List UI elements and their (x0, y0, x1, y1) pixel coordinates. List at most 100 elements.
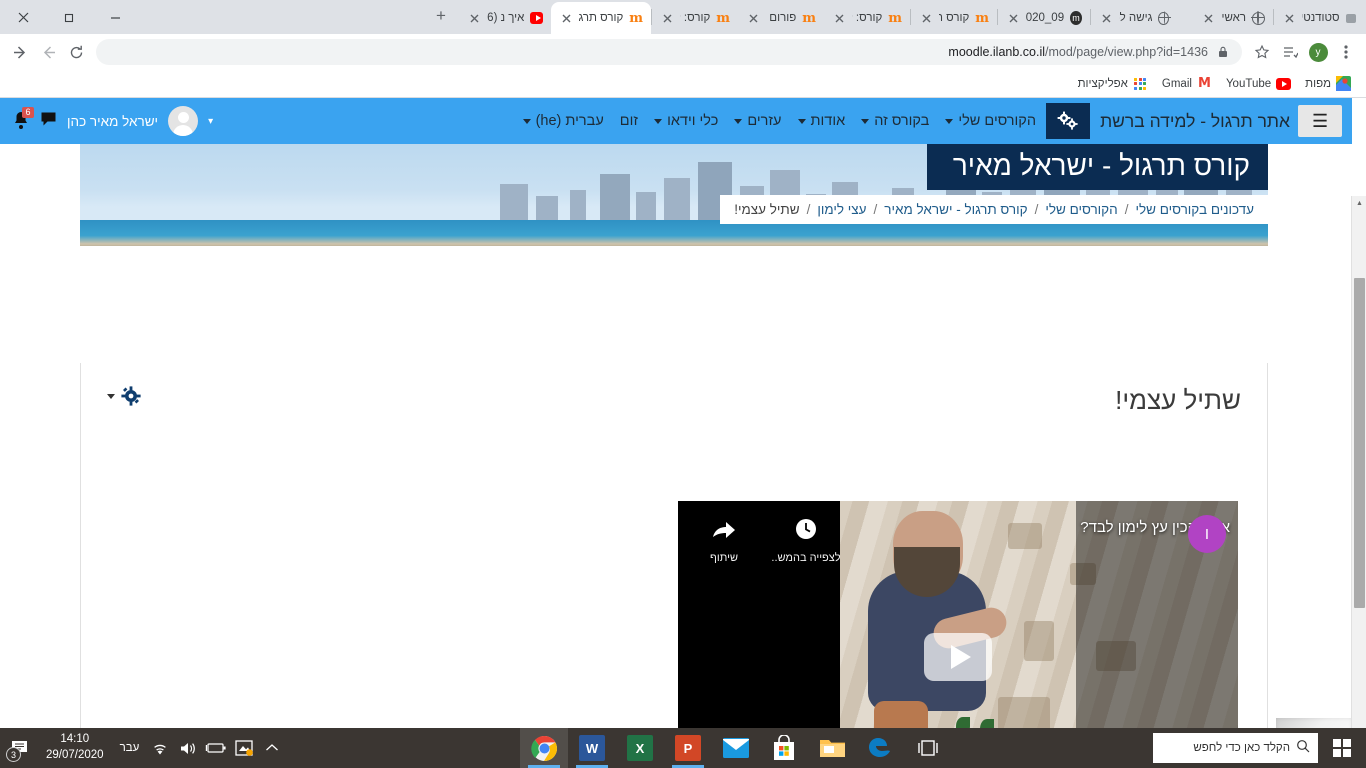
play-button-icon[interactable] (924, 633, 992, 681)
tab-close-icon[interactable] (832, 11, 846, 25)
vertical-scrollbar[interactable]: ▲ ▼ (1351, 196, 1366, 728)
tab-title: ראשי (1221, 12, 1246, 24)
chevron-down-icon[interactable]: ▾ (208, 116, 213, 127)
manage-widget[interactable]: Manage ▾ (1276, 718, 1356, 728)
browser-tab[interactable]: סטודנטים (1274, 2, 1364, 34)
gears-icon[interactable] (1046, 103, 1091, 139)
breadcrumb-item[interactable]: קורס תרגול - ישראל מאיר (884, 202, 1027, 217)
action-center-icon[interactable]: 3 (4, 728, 36, 768)
clock-icon (796, 519, 816, 539)
tab-close-icon[interactable] (1201, 11, 1215, 25)
close-icon[interactable] (0, 1, 46, 33)
tab-close-icon[interactable] (467, 11, 481, 25)
language-indicator[interactable]: עבר (114, 742, 146, 754)
browser-tab[interactable]: m 09_2020 (998, 2, 1090, 34)
nav-link-עברית-(he)[interactable]: עברית (he) (522, 113, 604, 129)
moodle-favicon-icon: m (888, 10, 902, 26)
course-banner: קורס תרגול - ישראל מאיר עדכונים בקורסים … (80, 144, 1268, 246)
action-center-badge: 3 (6, 747, 21, 762)
star-icon[interactable] (1248, 38, 1276, 66)
bookmark-item-youtube[interactable]: YouTube (1219, 74, 1298, 93)
share-label: שיתוף (710, 552, 738, 564)
chat-bubble-icon[interactable] (40, 111, 57, 132)
taskbar-app-store[interactable] (760, 728, 808, 768)
share-button[interactable]: שיתוף (688, 517, 760, 564)
breadcrumb-item[interactable]: הקורסים שלי (1045, 202, 1117, 217)
nav-link-זום[interactable]: זום (620, 113, 638, 129)
profile-avatar-icon[interactable]: y (1304, 38, 1332, 66)
tab-close-icon[interactable] (1099, 11, 1113, 25)
browser-tab[interactable]: m קורס: לה (824, 2, 910, 34)
bookmark-item-apps-grid[interactable]: אפליקציות (1071, 74, 1155, 93)
nav-link-label: בקורס זה (874, 113, 930, 129)
maps-icon (1336, 76, 1351, 91)
browser-tab[interactable]: m קורס תרג (911, 2, 997, 34)
tab-title: פורום הצ (766, 12, 797, 24)
restore-icon[interactable] (46, 1, 92, 33)
tab-close-icon[interactable] (559, 11, 573, 25)
three-dot-menu-icon[interactable] (1332, 38, 1360, 66)
nav-link-הקורסים-שלי[interactable]: הקורסים שלי (945, 113, 1036, 129)
site-title[interactable]: אתר תרגול - למידה ברשת (1100, 111, 1290, 132)
onedrive-icon[interactable] (231, 728, 257, 768)
bookmark-label: מפות (1305, 77, 1331, 90)
tab-close-icon[interactable] (660, 11, 674, 25)
apps-grid-icon (1133, 76, 1148, 91)
taskbar-app-powerpoint[interactable]: P (664, 728, 712, 768)
chevron-down-icon (654, 118, 663, 124)
bookmark-item-maps[interactable]: מפות (1298, 74, 1358, 93)
taskbar-app-edge[interactable] (856, 728, 904, 768)
taskbar-app-chrome[interactable] (520, 728, 568, 768)
hamburger-menu-icon[interactable]: ☰ (1298, 105, 1342, 137)
chevron-down-icon[interactable] (107, 393, 115, 399)
address-bar[interactable]: moodle.ilanb.co.il/mod/page/view.php?id=… (96, 39, 1242, 65)
breadcrumb-item[interactable]: עצי לימון (817, 202, 866, 217)
channel-avatar[interactable]: I (1188, 515, 1226, 553)
taskbar-search[interactable]: הקלד כאן כדי לחפש (1153, 733, 1318, 763)
chevron-up-icon[interactable] (259, 728, 285, 768)
scroll-up-arrow[interactable]: ▲ (1352, 196, 1366, 211)
reading-list-icon[interactable] (1276, 38, 1304, 66)
taskbar-app-word[interactable]: W (568, 728, 616, 768)
forward-arrow-icon[interactable] (6, 38, 34, 66)
browser-tab[interactable]: m קורס תרג (551, 2, 651, 34)
vertical-scrollbar-thumb[interactable] (1354, 278, 1365, 608)
taskbar-app-mail[interactable] (712, 728, 760, 768)
nav-link-כלי-וידאו[interactable]: כלי וידאו (654, 113, 718, 129)
browser-tab[interactable]: ראשי (1177, 2, 1273, 34)
tab-close-icon[interactable] (1006, 11, 1020, 25)
start-button[interactable] (1318, 728, 1366, 768)
browser-window: סטודנטים ראשי גישה ל-e m 09_2020 m קורס תרג m קו… (0, 0, 1366, 728)
taskbar-clock[interactable]: 14:10 29/07/2020 (38, 732, 112, 763)
minimize-icon[interactable] (92, 1, 138, 33)
tab-close-icon[interactable] (919, 11, 933, 25)
back-arrow-icon[interactable] (34, 38, 62, 66)
wifi-icon[interactable] (147, 728, 173, 768)
video-title[interactable]: איך להכין עץ לימון לבד? (940, 519, 1230, 536)
user-name[interactable]: ישראל מאיר כהן (67, 114, 158, 129)
bell-icon[interactable]: 6 (10, 107, 34, 132)
battery-icon[interactable] (203, 728, 229, 768)
taskbar-app-file-explorer[interactable] (808, 728, 856, 768)
browser-tab[interactable]: m פורום הצ (738, 2, 824, 34)
taskbar-app-task-view[interactable] (904, 728, 952, 768)
taskbar-app-excel[interactable]: X (616, 728, 664, 768)
tab-close-icon[interactable] (1282, 11, 1296, 25)
nav-link-בקורס-זה[interactable]: בקורס זה (861, 113, 929, 129)
settings-dropdown[interactable] (107, 385, 142, 407)
browser-tab[interactable]: m קורס: לה (652, 2, 738, 34)
nav-link-אודות[interactable]: אודות (797, 113, 845, 129)
watch-later-button[interactable]: לצפייה בהמש.. (770, 517, 842, 564)
volume-icon[interactable] (175, 728, 201, 768)
tab-close-icon[interactable] (746, 11, 760, 25)
new-tab-button[interactable]: + (427, 2, 455, 30)
avatar[interactable] (168, 106, 199, 136)
globe-favicon-icon (1157, 10, 1171, 25)
youtube-embed[interactable]: איך להכין עץ לימון לבד? I לצפייה בהמש.. … (678, 501, 1238, 728)
bookmark-item-gmail[interactable]: M Gmail (1155, 74, 1219, 93)
nav-link-עזרים[interactable]: עזרים (734, 113, 782, 129)
browser-tab[interactable]: גישה ל-e (1091, 2, 1177, 34)
browser-tab[interactable]: איך נ (46) (459, 2, 551, 34)
reload-button[interactable] (62, 38, 90, 66)
breadcrumb-item[interactable]: עדכונים בקורסים שלי (1135, 202, 1254, 217)
